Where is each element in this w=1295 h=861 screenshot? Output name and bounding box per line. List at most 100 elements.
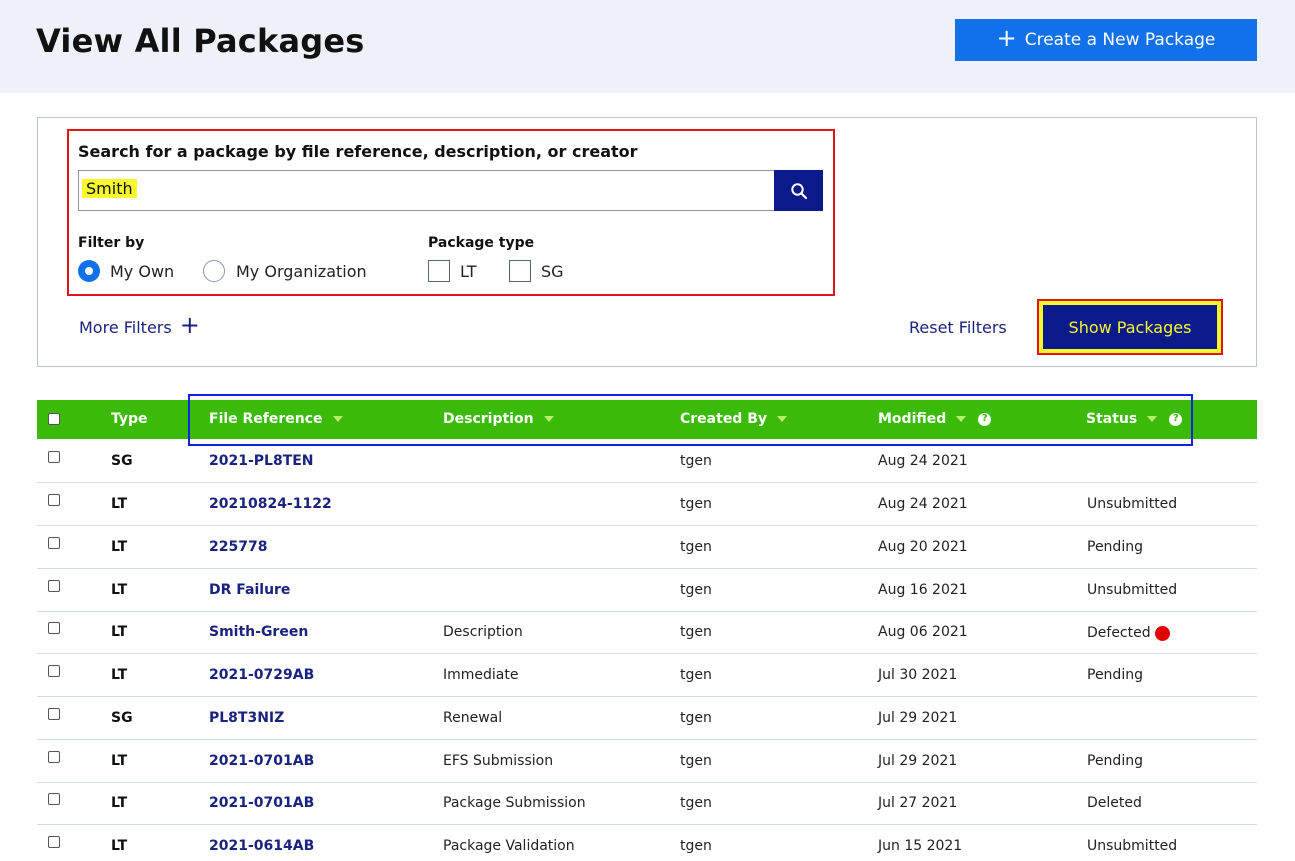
row-checkbox[interactable] (48, 793, 60, 805)
status-text: Defected (1087, 624, 1151, 641)
cell-file-reference-link[interactable]: Smith-Green (209, 624, 308, 640)
cell-created-by: tgen (680, 453, 712, 469)
cell-modified: Jul 29 2021 (878, 753, 958, 769)
cell-created-by: tgen (680, 582, 712, 598)
table-row[interactable]: LT 2021-0701AB Package Submission tgen Jul 2… (37, 782, 1257, 825)
cell-file-reference-link[interactable]: 2021-PL8TEN (209, 453, 314, 469)
table-row[interactable]: LT 20210824-1122 tgen Aug 24 2021 Unsubmitte… (37, 483, 1257, 526)
row-checkbox[interactable] (48, 494, 60, 506)
cell-created-by: tgen (680, 539, 712, 555)
row-checkbox[interactable] (48, 580, 60, 592)
status-text: Pending (1087, 539, 1143, 555)
cell-created-by: tgen (680, 667, 712, 683)
cell-type: LT (111, 795, 128, 811)
cell-created-by: tgen (680, 795, 712, 811)
status-text: Pending (1087, 667, 1143, 683)
search-input[interactable] (78, 170, 775, 211)
table-row[interactable]: LT 2021-0701AB EFS Submission tgen Jul 29 20… (37, 740, 1257, 783)
status-text: Unsubmitted (1087, 496, 1178, 512)
alert-dot-icon (1154, 626, 1170, 641)
cell-type: LT (111, 753, 128, 769)
cell-created-by: tgen (680, 496, 712, 512)
cell-status: Pending (1087, 667, 1143, 683)
more-filters-link[interactable]: More Filters + (79, 313, 200, 337)
package-type-label: Package type (428, 235, 535, 251)
cell-modified: Jul 30 2021 (878, 667, 958, 683)
cell-type: LT (111, 667, 128, 683)
cell-description: Package Submission (443, 795, 586, 811)
my-organization-radio[interactable] (203, 260, 225, 282)
search-button[interactable] (774, 170, 823, 211)
select-all-checkbox[interactable] (48, 413, 60, 425)
row-checkbox[interactable] (48, 665, 60, 677)
cell-created-by: tgen (680, 624, 712, 640)
filter-by-label: Filter by (78, 235, 145, 251)
cell-file-reference-link[interactable]: 2021-0701AB (209, 795, 314, 811)
status-text: Deleted (1087, 795, 1142, 811)
lt-checkbox-label: LT (460, 262, 477, 281)
cell-status: Unsubmitted (1087, 496, 1177, 512)
row-checkbox[interactable] (48, 622, 60, 634)
cell-type: LT (111, 582, 128, 598)
cell-status: Unsubmitted (1087, 582, 1177, 598)
plus-icon: + (179, 311, 200, 339)
create-package-button[interactable]: + Create a New Package (955, 19, 1257, 61)
search-icon (790, 182, 807, 199)
cell-description: Package Validation (443, 838, 575, 854)
reset-filters-link[interactable]: Reset Filters (909, 318, 1007, 337)
cell-description: Renewal (443, 710, 503, 726)
my-own-label: My Own (110, 262, 175, 281)
cell-type: LT (111, 496, 128, 512)
cell-type: LT (111, 838, 128, 854)
table-row[interactable]: SG PL8T3NIZ Renewal tgen Jul 29 2021 (37, 697, 1257, 740)
cell-modified: Jul 27 2021 (878, 795, 958, 811)
row-checkbox[interactable] (48, 836, 60, 848)
cell-modified: Jun 15 2021 (878, 838, 963, 854)
cell-file-reference-link[interactable]: 2021-0729AB (209, 667, 314, 683)
table-row[interactable]: SG 2021-PL8TEN tgen Aug 24 2021 (37, 440, 1257, 483)
cell-file-reference-link[interactable]: 225778 (209, 539, 267, 555)
row-checkbox[interactable] (48, 751, 60, 763)
table-row[interactable]: LT Smith-Green Description tgen Aug 06 2021 D… (37, 611, 1257, 654)
cell-type: SG (111, 710, 133, 726)
cell-description: Description (443, 624, 523, 640)
row-checkbox[interactable] (48, 451, 60, 463)
cell-file-reference-link[interactable]: 2021-0701AB (209, 753, 314, 769)
table-row[interactable]: LT 2021-0729AB Immediate tgen Jul 30 2021 Pen… (37, 654, 1257, 697)
cell-description: Immediate (443, 667, 519, 683)
plus-icon: + (996, 24, 1017, 52)
cell-status: Unsubmitted (1087, 838, 1177, 854)
cell-file-reference-link[interactable]: DR Failure (209, 582, 290, 598)
row-checkbox[interactable] (48, 708, 60, 720)
cell-status: Pending (1087, 753, 1143, 769)
sg-checkbox[interactable] (509, 260, 531, 282)
cell-modified: Aug 24 2021 (878, 453, 968, 469)
my-organization-label: My Organization (236, 262, 367, 281)
table-row[interactable]: LT 2021-0614AB Package Validation tgen Jun 1… (37, 825, 1257, 861)
table-row[interactable]: LT 225778 tgen Aug 20 2021 Pending (37, 526, 1257, 569)
show-packages-button[interactable]: Show Packages (1043, 305, 1217, 349)
sg-checkbox-label: SG (541, 262, 564, 281)
lt-checkbox[interactable] (428, 260, 450, 282)
cell-created-by: tgen (680, 753, 712, 769)
cell-file-reference-link[interactable]: 2021-0614AB (209, 838, 314, 854)
search-label: Search for a package by file reference, … (78, 142, 638, 161)
row-checkbox[interactable] (48, 537, 60, 549)
cell-description: EFS Submission (443, 753, 554, 769)
cell-modified: Aug 20 2021 (878, 539, 968, 555)
more-filters-label: More Filters (79, 318, 172, 337)
cell-file-reference-link[interactable]: PL8T3NIZ (209, 710, 284, 726)
status-text: Pending (1087, 753, 1143, 769)
cell-modified: Aug 24 2021 (878, 496, 968, 512)
status-text: Unsubmitted (1087, 582, 1178, 598)
cell-created-by: tgen (680, 710, 712, 726)
cell-status: Pending (1087, 539, 1143, 555)
columns-annotation-box (188, 394, 1193, 446)
search-input-value: Smith (82, 179, 137, 198)
column-header-type-label: Type (111, 411, 148, 427)
my-own-radio[interactable] (78, 260, 100, 282)
table-row[interactable]: LT DR Failure tgen Aug 16 2021 Unsubmitted (37, 569, 1257, 612)
cell-type: LT (111, 624, 128, 640)
status-text: Unsubmitted (1087, 838, 1178, 854)
cell-file-reference-link[interactable]: 20210824-1122 (209, 496, 332, 512)
